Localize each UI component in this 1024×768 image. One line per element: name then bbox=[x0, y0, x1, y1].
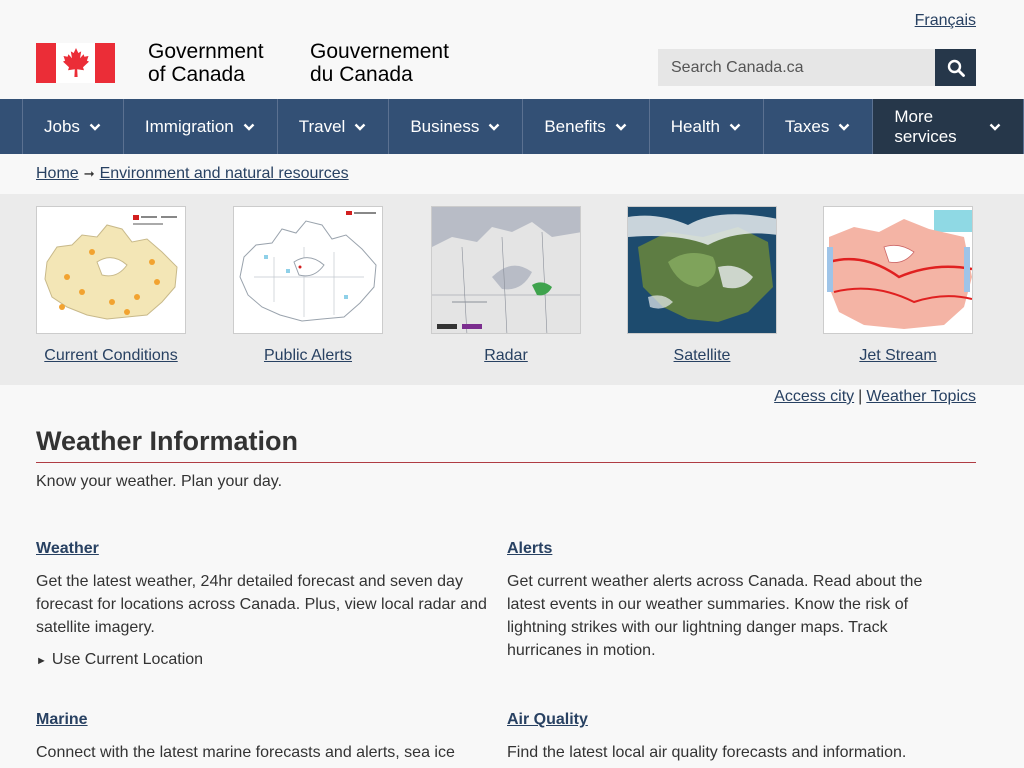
signature-french: Gouvernement du Canada bbox=[310, 40, 449, 86]
tile-satellite: Satellite bbox=[626, 206, 778, 365]
menu-item-benefits[interactable]: Benefits bbox=[522, 99, 648, 154]
section-weather: Weather Get the latest weather, 24hr det… bbox=[36, 540, 491, 669]
radar-link[interactable]: Radar bbox=[430, 347, 582, 365]
canada-flag-icon[interactable] bbox=[36, 43, 115, 83]
search-icon bbox=[947, 59, 965, 77]
search-input[interactable] bbox=[658, 49, 935, 86]
tile-jet-stream: Jet Stream bbox=[822, 206, 974, 365]
tile-radar: Radar bbox=[430, 206, 582, 365]
menu-item-label: Taxes bbox=[784, 116, 830, 136]
menu-item-health[interactable]: Health bbox=[648, 99, 763, 154]
section-air-quality: Air Quality Find the latest local air qu… bbox=[507, 711, 962, 764]
breadcrumb: Home ➞ Environment and natural resources bbox=[0, 154, 1024, 194]
current-conditions-map-image[interactable] bbox=[36, 206, 186, 334]
chevron-down-icon bbox=[243, 123, 255, 131]
use-current-location-label: Use Current Location bbox=[51, 651, 204, 668]
satellite-link[interactable]: Satellite bbox=[626, 347, 778, 365]
jet-stream-map-image[interactable] bbox=[823, 206, 973, 334]
menu-item-label: Travel bbox=[298, 116, 346, 136]
search-bar bbox=[658, 49, 976, 86]
search-button[interactable] bbox=[935, 49, 976, 86]
menu-item-label: Jobs bbox=[44, 116, 80, 136]
section-description: Find the latest local air quality foreca… bbox=[507, 744, 907, 761]
quick-links: Access city | Weather Topics bbox=[0, 388, 1024, 413]
menu-item-travel[interactable]: Travel bbox=[276, 99, 389, 154]
chevron-down-icon bbox=[615, 123, 627, 131]
public-alerts-map-image[interactable] bbox=[233, 206, 383, 334]
menu-item-jobs[interactable]: Jobs bbox=[22, 99, 123, 154]
section-description: Get current weather alerts across Canada… bbox=[507, 573, 923, 659]
jet-stream-link[interactable]: Jet Stream bbox=[822, 347, 974, 365]
menu-item-label: Health bbox=[670, 116, 720, 136]
breadcrumb-home-link[interactable]: Home bbox=[36, 165, 79, 183]
weather-map-tiles: Current Conditions Public Alerts Radar S… bbox=[0, 194, 1024, 385]
section-title: Air Quality bbox=[507, 711, 962, 729]
menu-item-business[interactable]: Business bbox=[388, 99, 522, 154]
current-conditions-link[interactable]: Current Conditions bbox=[35, 347, 187, 365]
site-header: Français Government of Canada Gouverneme… bbox=[0, 0, 1024, 99]
tile-public-alerts: Public Alerts bbox=[232, 206, 384, 365]
menu-item-label: Benefits bbox=[544, 116, 606, 136]
use-current-location-toggle[interactable]: ► Use Current Location bbox=[36, 651, 491, 669]
menu-item-label: More services bbox=[894, 106, 957, 146]
access-city-link[interactable]: Access city bbox=[774, 388, 854, 405]
page-lead: Know your weather. Plan your day. bbox=[36, 473, 283, 490]
air-quality-section-link[interactable]: Air Quality bbox=[507, 711, 588, 728]
section-title: Alerts bbox=[507, 540, 962, 558]
chevron-down-icon bbox=[838, 123, 850, 131]
chevron-down-icon bbox=[729, 123, 741, 131]
breadcrumb-environment-link[interactable]: Environment and natural resources bbox=[100, 165, 349, 183]
chevron-down-icon bbox=[89, 123, 101, 131]
signature-english: Government of Canada bbox=[148, 40, 264, 86]
alerts-section-link[interactable]: Alerts bbox=[507, 540, 552, 557]
chevron-down-icon bbox=[488, 123, 500, 131]
arrow-right-icon: ➞ bbox=[83, 166, 95, 181]
section-description: Get the latest weather, 24hr detailed fo… bbox=[36, 573, 487, 636]
main-menu: Jobs Immigration Travel Business Benefit… bbox=[0, 99, 1024, 154]
menu-item-label: Business bbox=[410, 116, 480, 136]
section-alerts: Alerts Get current weather alerts across… bbox=[507, 540, 962, 662]
menu-item-more-services[interactable]: More services bbox=[872, 99, 1024, 154]
menu-item-taxes[interactable]: Taxes bbox=[762, 99, 872, 154]
menu-item-immigration[interactable]: Immigration bbox=[122, 99, 277, 154]
section-title: Weather bbox=[36, 540, 491, 558]
marine-section-link[interactable]: Marine bbox=[36, 711, 88, 728]
public-alerts-link[interactable]: Public Alerts bbox=[232, 347, 384, 365]
section-marine: Marine Connect with the latest marine fo… bbox=[36, 711, 491, 764]
link-separator: | bbox=[858, 388, 863, 405]
section-description: Connect with the latest marine forecasts… bbox=[36, 744, 455, 761]
tile-current-conditions: Current Conditions bbox=[35, 206, 187, 365]
menu-item-label: Immigration bbox=[144, 116, 234, 136]
triangle-right-icon: ► bbox=[36, 655, 47, 667]
chevron-down-icon bbox=[354, 123, 366, 131]
chevron-down-icon bbox=[989, 123, 1001, 131]
page-title: Weather Information bbox=[36, 426, 976, 463]
weather-topics-link[interactable]: Weather Topics bbox=[866, 388, 976, 405]
weather-section-link[interactable]: Weather bbox=[36, 540, 99, 557]
satellite-map-image[interactable] bbox=[627, 206, 777, 334]
radar-map-image[interactable] bbox=[431, 206, 581, 334]
language-toggle-link[interactable]: Français bbox=[915, 12, 976, 30]
section-title: Marine bbox=[36, 711, 491, 729]
